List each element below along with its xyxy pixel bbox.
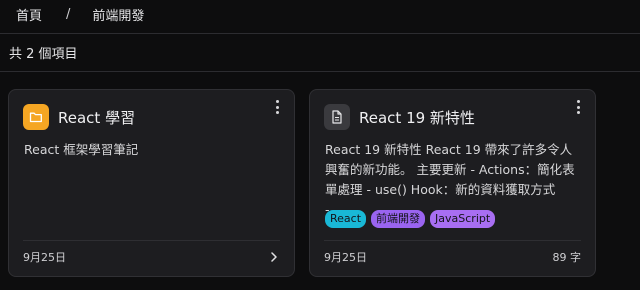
document-icon <box>324 104 350 130</box>
breadcrumb-current: 前端開發 <box>92 8 145 24</box>
breadcrumb-separator: / <box>66 6 71 22</box>
breadcrumb-home-link[interactable]: 首頁 <box>16 5 42 24</box>
card-description: React 19 新特性 React 19 帶來了許多令人興奮的新功能。 主要更… <box>325 142 575 217</box>
card-description: React 框架學習筆記 <box>24 142 139 157</box>
item-count: 共 2 個項目 <box>9 47 78 62</box>
toolbar-divider <box>0 71 640 72</box>
card-header: React 學習 <box>23 104 135 130</box>
document-card[interactable]: React 19 新特性 React 19 新特性 React 19 帶來了許多… <box>309 89 596 277</box>
more-options-icon[interactable] <box>272 100 282 114</box>
card-date: 9月25日 <box>324 251 367 264</box>
card-footer: 9月25日 <box>23 248 280 266</box>
card-title: React 19 新特性 <box>359 108 475 127</box>
tag-react[interactable]: React <box>325 210 367 228</box>
tag-javascript[interactable]: JavaScript <box>430 210 496 228</box>
tag-frontend[interactable]: 前端開發 <box>371 210 426 228</box>
folder-icon <box>23 104 49 130</box>
chevron-right-icon[interactable] <box>268 251 280 263</box>
card-header: React 19 新特性 <box>324 104 475 130</box>
tag-list: React 前端開發 JavaScript <box>325 210 496 228</box>
card-divider <box>324 240 581 241</box>
folder-card[interactable]: React 學習 React 框架學習筆記 9月25日 <box>8 89 295 277</box>
card-title: React 學習 <box>58 108 136 127</box>
card-date: 9月25日 <box>23 251 66 264</box>
breadcrumb: 首頁 / 前端開發 <box>16 4 144 24</box>
card-footer: 9月25日 89 字 <box>324 248 581 266</box>
header-divider <box>0 33 640 34</box>
word-count: 89 字 <box>552 251 582 264</box>
more-options-icon[interactable] <box>573 100 583 114</box>
card-divider <box>23 240 280 241</box>
